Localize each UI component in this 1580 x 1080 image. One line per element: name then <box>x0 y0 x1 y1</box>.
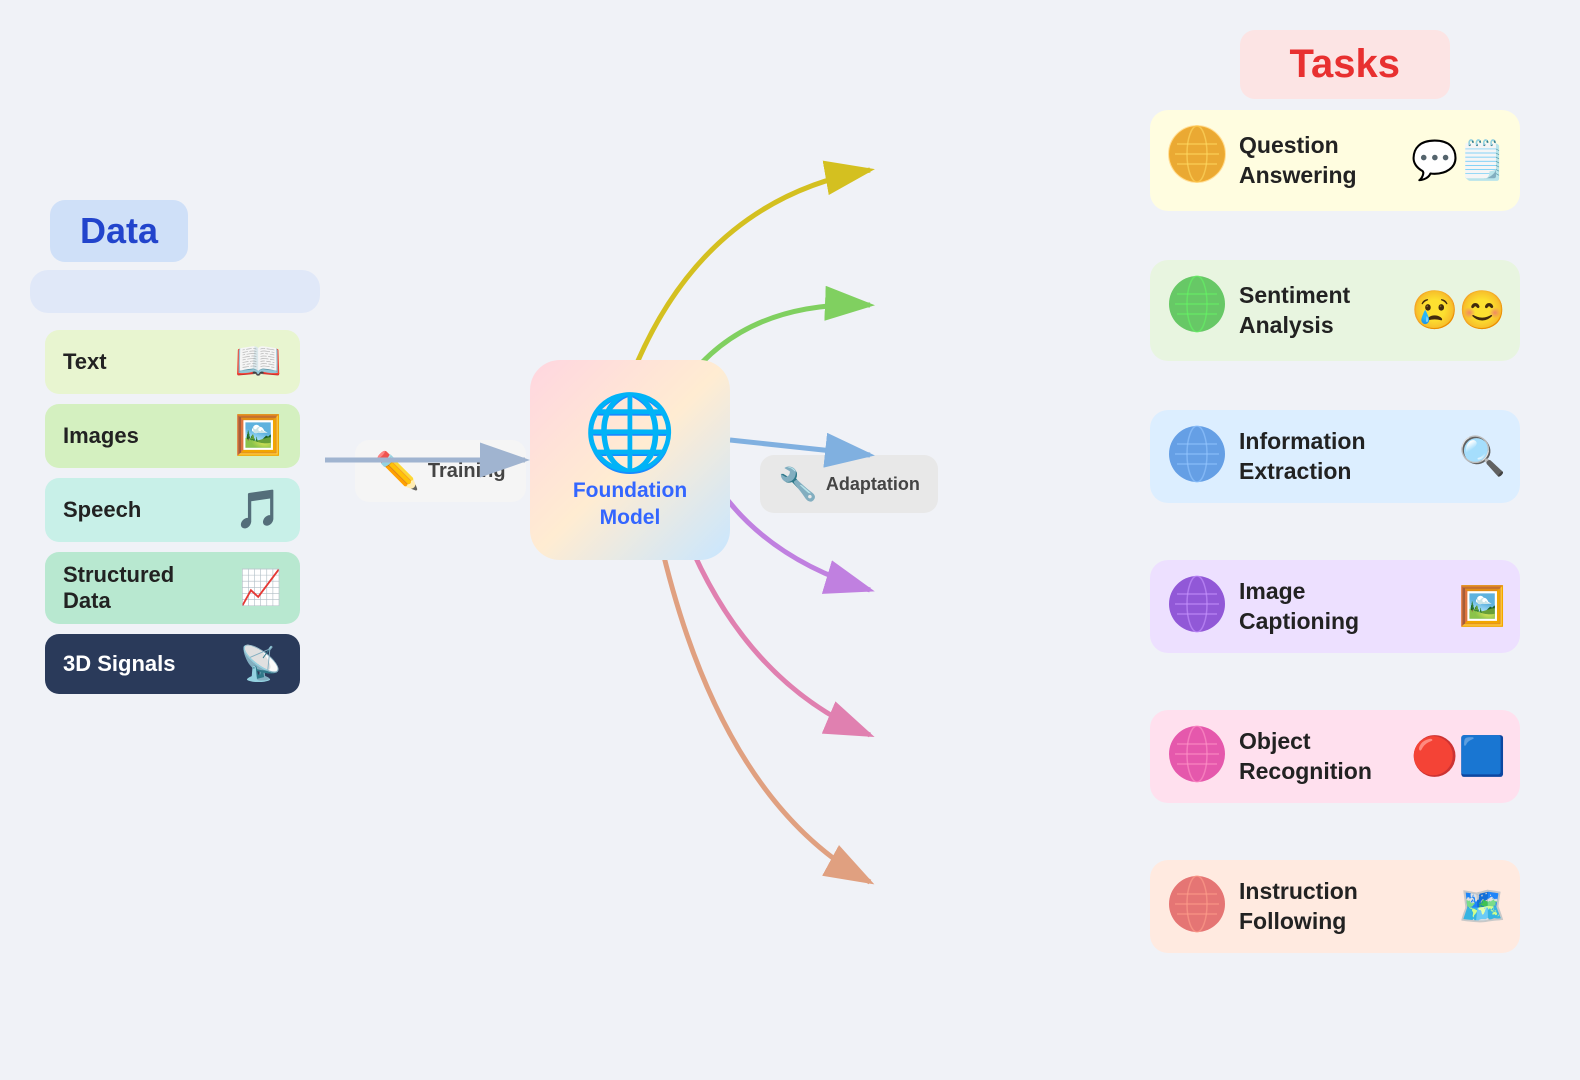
data-item-speech: Speech 🎵 <box>45 478 300 542</box>
data-item-images: Images 🖼️ <box>45 404 300 468</box>
sa-icon: 😢😊 <box>1411 289 1506 333</box>
data-panel <box>30 270 320 313</box>
adaptation-icon: 🔧 <box>778 465 818 503</box>
ic-icon: 🖼️ <box>1459 585 1506 629</box>
task-card-qa: QuestionAnswering 💬🗒️ <box>1150 110 1520 211</box>
qa-globe <box>1164 124 1229 197</box>
text-label: Text <box>63 349 107 375</box>
training-box: ✏️ Training <box>355 440 526 502</box>
foundation-label: FoundationModel <box>573 477 687 532</box>
or-icon: 🔴🟦 <box>1411 735 1506 779</box>
signals-icon: 📡 <box>240 644 282 684</box>
ie-icon: 🔍 <box>1459 435 1506 479</box>
speech-label: Speech <box>63 497 141 523</box>
task-card-ie: InformationExtraction 🔍 <box>1150 410 1520 503</box>
ie-globe <box>1164 424 1229 489</box>
task-card-if: InstructionFollowing 🗺️ <box>1150 860 1520 953</box>
task-card-sa: SentimentAnalysis 😢😊 <box>1150 260 1520 361</box>
data-item-structured: StructuredData 📈 <box>45 552 300 624</box>
adaptation-box: 🔧 Adaptation <box>760 455 938 513</box>
speech-icon: 🎵 <box>235 488 282 532</box>
tasks-title: Tasks <box>1290 42 1400 86</box>
signals-label: 3D Signals <box>63 651 175 677</box>
images-label: Images <box>63 423 139 449</box>
data-title: Data <box>50 200 188 262</box>
if-label: InstructionFollowing <box>1239 877 1449 937</box>
ie-label: InformationExtraction <box>1239 427 1449 487</box>
training-label: Training <box>428 460 506 483</box>
book-icon: 📖 <box>235 340 282 384</box>
qa-label: QuestionAnswering <box>1239 131 1401 191</box>
data-item-text: Text 📖 <box>45 330 300 394</box>
sa-globe <box>1164 274 1229 347</box>
task-card-or: ObjectRecognition 🔴🟦 <box>1150 710 1520 803</box>
adaptation-label: Adaptation <box>826 474 920 495</box>
sa-label: SentimentAnalysis <box>1239 281 1401 341</box>
if-globe <box>1164 874 1229 939</box>
structured-icon: 📈 <box>240 568 282 608</box>
structured-label: StructuredData <box>63 562 174 614</box>
qa-icon: 💬🗒️ <box>1411 139 1506 183</box>
image-icon: 🖼️ <box>235 414 282 458</box>
ic-label: ImageCaptioning <box>1239 577 1449 637</box>
data-items-list: Text 📖 Images 🖼️ Speech 🎵 StructuredData… <box>45 330 300 694</box>
training-icon: ✏️ <box>375 450 420 492</box>
tasks-title-box: Tasks <box>1240 30 1450 99</box>
ic-globe <box>1164 574 1229 639</box>
task-card-ic: ImageCaptioning 🖼️ <box>1150 560 1520 653</box>
or-globe <box>1164 724 1229 789</box>
foundation-globe: 🌐 <box>583 389 676 477</box>
foundation-model-box: 🌐 FoundationModel <box>530 360 730 560</box>
or-label: ObjectRecognition <box>1239 727 1401 787</box>
if-icon: 🗺️ <box>1459 885 1506 929</box>
data-item-signals: 3D Signals 📡 <box>45 634 300 694</box>
